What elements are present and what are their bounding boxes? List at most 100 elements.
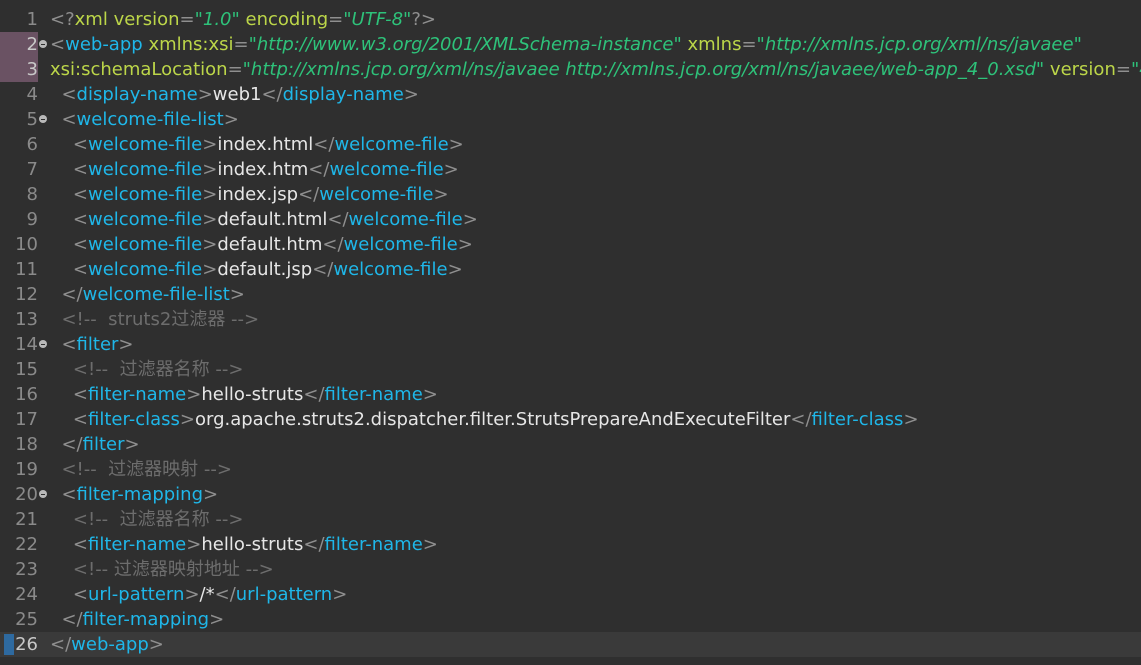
text-content: hello-struts [201,534,304,555]
code-line[interactable]: 6 <welcome-file>index.html</welcome-file… [0,132,1141,157]
code-line[interactable]: 26 </web-app> [0,632,1141,657]
code-line[interactable]: 24 <url-pattern>/*</url-pattern> [0,582,1141,607]
code-text[interactable]: <welcome-file>index.htm</welcome-file> [50,157,459,182]
code-line[interactable]: 17 <filter-class>org.apache.struts2.disp… [0,407,1141,432]
code-line[interactable]: 12 </welcome-file-list> [0,282,1141,307]
code-text[interactable]: <!-- 过滤器名称 --> [50,357,244,382]
code-bracket: < [72,134,88,155]
prolog-name: xml [74,9,108,30]
code-line[interactable]: 9 <welcome-file>default.html</welcome-fi… [0,207,1141,232]
tag-name: filter-mapping [76,484,204,505]
fold-collapse-icon[interactable] [39,490,47,498]
code-line[interactable]: 3 xsi:schemaLocation="http://xmlns.jcp.or… [0,57,1141,82]
code-bracket: > [202,134,218,155]
code-line[interactable]: 7 <welcome-file>index.htm</welcome-file> [0,157,1141,182]
tag-name: filter-name [87,534,187,555]
code-text[interactable]: <display-name>web1</display-name> [50,82,418,107]
code-line[interactable]: 18 </filter> [0,432,1141,457]
code-text[interactable]: <welcome-file>index.jsp</welcome-file> [50,182,449,207]
code-line[interactable]: 23 <!-- 过滤器映射地址 --> [0,557,1141,582]
code-text[interactable]: xsi:schemaLocation="http://xmlns.jcp.org… [50,57,1141,82]
code-bracket: </ [61,609,83,630]
code-text[interactable]: <filter-mapping> [50,482,218,507]
text-content: index.html [217,134,314,155]
code-line[interactable]: 13 <!-- struts2过滤器 --> [0,307,1141,332]
text-content [50,459,61,480]
text-content [50,559,73,580]
code-line[interactable]: 20 <filter-mapping> [0,482,1141,507]
code-bracket: > [443,159,459,180]
code-text[interactable]: <web-app xmlns:xsi="http://www.w3.org/20… [50,32,1082,57]
tag-name: welcome-file [87,159,203,180]
text-content: hello-struts [201,384,304,405]
tag-name: filter-name [324,534,423,555]
attribute-value: "1.0" [194,9,240,30]
text-content [50,309,61,330]
fold-collapse-icon[interactable] [39,40,47,48]
tag-name: welcome-file [334,134,449,155]
code-line[interactable]: 15 <!-- 过滤器名称 --> [0,357,1141,382]
code-text[interactable]: <welcome-file>default.htm</welcome-file> [50,232,473,257]
code-bracket: </ [50,634,72,655]
code-line[interactable]: 25 </filter-mapping> [0,607,1141,632]
text-content: default.html [217,209,328,230]
code-text[interactable]: <filter-class>org.apache.struts2.dispatc… [50,407,919,432]
code-text[interactable]: <url-pattern>/*</url-pattern> [50,582,347,607]
code-bracket: </ [61,434,83,455]
code-text[interactable]: </web-app> [50,632,164,657]
fold-collapse-icon[interactable] [39,340,47,348]
code-text[interactable]: </filter> [50,432,139,457]
tag-name: welcome-file-list [76,109,224,130]
code-line[interactable]: 16 <filter-name>hello-struts</filter-nam… [0,382,1141,407]
code-text[interactable]: <filter-name>hello-struts</filter-name> [50,382,438,407]
code-bracket: < [61,84,77,105]
code-editor[interactable]: 1 <?xml version="1.0" encoding="UTF-8"?> 2… [0,0,1141,665]
code-line[interactable]: 14 <filter> [0,332,1141,357]
line-number: 15 [15,359,38,380]
code-text[interactable]: <?xml version="1.0" encoding="UTF-8"?> [50,7,436,32]
code-line[interactable]: 19 <!-- 过滤器映射 --> [0,457,1141,482]
code-text[interactable]: <welcome-file>default.html</welcome-file… [50,207,478,232]
code-text[interactable]: <!-- 过滤器名称 --> [50,507,244,532]
code-line[interactable]: 22 <filter-name>hello-struts</filter-nam… [0,532,1141,557]
attribute-name: encoding [245,9,329,30]
code-text[interactable]: <filter-name>hello-struts</filter-name> [50,532,438,557]
code-bracket: = [741,34,757,55]
code-bracket: </ [61,284,83,305]
code-line[interactable]: 4 <display-name>web1</display-name> [0,82,1141,107]
code-text[interactable]: <filter> [50,332,133,357]
code-line[interactable]: 11 <welcome-file>default.jsp</welcome-fi… [0,257,1141,282]
code-bracket: > [447,259,463,280]
line-number: 24 [15,584,38,605]
tag-name: url-pattern [87,584,185,605]
code-line[interactable]: 10 <welcome-file>default.htm</welcome-fi… [0,232,1141,257]
code-text[interactable]: <welcome-file>default.jsp</welcome-file> [50,257,463,282]
code-text[interactable]: <!-- 过滤器映射 --> [50,457,232,482]
code-line[interactable]: 5 <welcome-file-list> [0,107,1141,132]
code-bracket: </ [214,584,236,605]
line-number: 26 [15,634,38,655]
line-number: 10 [15,234,38,255]
tag-name: welcome-file [319,184,434,205]
code-text[interactable]: <welcome-file-list> [50,107,238,132]
code-text[interactable]: <!-- 过滤器映射地址 --> [50,557,274,582]
code-line[interactable]: 1 <?xml version="1.0" encoding="UTF-8"?> [0,7,1141,32]
text-content: index.jsp [217,184,299,205]
comment: <!-- 过滤器名称 --> [72,509,244,530]
code-bracket: > [422,384,438,405]
line-number: 6 [26,134,38,155]
code-bracket: </ [313,134,335,155]
code-text[interactable]: </welcome-file-list> [50,282,244,307]
text-content [50,134,73,155]
code-bracket: > [332,584,348,605]
text-content [50,509,73,530]
code-line[interactable]: 8 <welcome-file>index.jsp</welcome-file> [0,182,1141,207]
code-line[interactable]: 2 <web-app xmlns:xsi="http://www.w3.org/2… [0,32,1141,57]
fold-collapse-icon[interactable] [39,115,47,123]
code-text[interactable]: </filter-mapping> [50,607,224,632]
tag-name: filter [76,334,119,355]
code-line[interactable]: 21 <!-- 过滤器名称 --> [0,507,1141,532]
code-text[interactable]: <!-- struts2过滤器 --> [50,307,259,332]
code-bracket: </ [308,159,330,180]
code-text[interactable]: <welcome-file>index.html</welcome-file> [50,132,464,157]
